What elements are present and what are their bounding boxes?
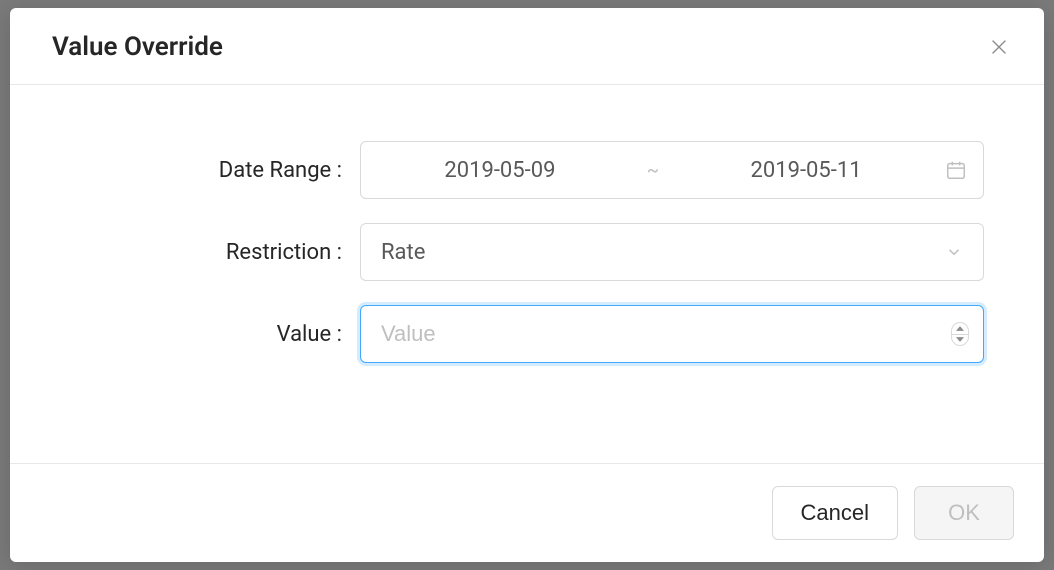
value-input[interactable] <box>381 321 951 347</box>
close-button[interactable] <box>984 32 1014 62</box>
ok-button[interactable]: OK <box>914 486 1014 540</box>
cancel-button[interactable]: Cancel <box>772 486 898 540</box>
restriction-label: Restriction : <box>60 240 360 265</box>
value-override-modal: Value Override Date Range : 2019-05-09 ~… <box>10 8 1044 562</box>
stepper-down[interactable] <box>952 335 968 346</box>
stepper-up[interactable] <box>952 323 968 335</box>
calendar-icon <box>945 159 967 181</box>
modal-header: Value Override <box>10 8 1044 85</box>
chevron-down-icon <box>945 243 963 261</box>
date-start: 2019-05-09 <box>361 158 639 183</box>
date-end: 2019-05-11 <box>667 158 945 183</box>
value-row: Value : <box>60 305 994 363</box>
close-icon <box>988 36 1010 58</box>
modal-body: Date Range : 2019-05-09 ~ 2019-05-11 <box>10 85 1044 463</box>
date-separator: ~ <box>639 160 667 181</box>
date-range-row: Date Range : 2019-05-09 ~ 2019-05-11 <box>60 141 994 199</box>
restriction-row: Restriction : Rate <box>60 223 994 281</box>
modal-title: Value Override <box>52 32 223 62</box>
value-label: Value : <box>60 322 360 347</box>
modal-footer: Cancel OK <box>10 463 1044 562</box>
restriction-select[interactable]: Rate <box>360 223 984 281</box>
value-input-wrapper <box>360 305 984 363</box>
date-range-label: Date Range : <box>60 158 360 183</box>
date-range-picker[interactable]: 2019-05-09 ~ 2019-05-11 <box>360 141 984 199</box>
value-stepper <box>951 322 969 346</box>
restriction-value: Rate <box>381 240 425 265</box>
